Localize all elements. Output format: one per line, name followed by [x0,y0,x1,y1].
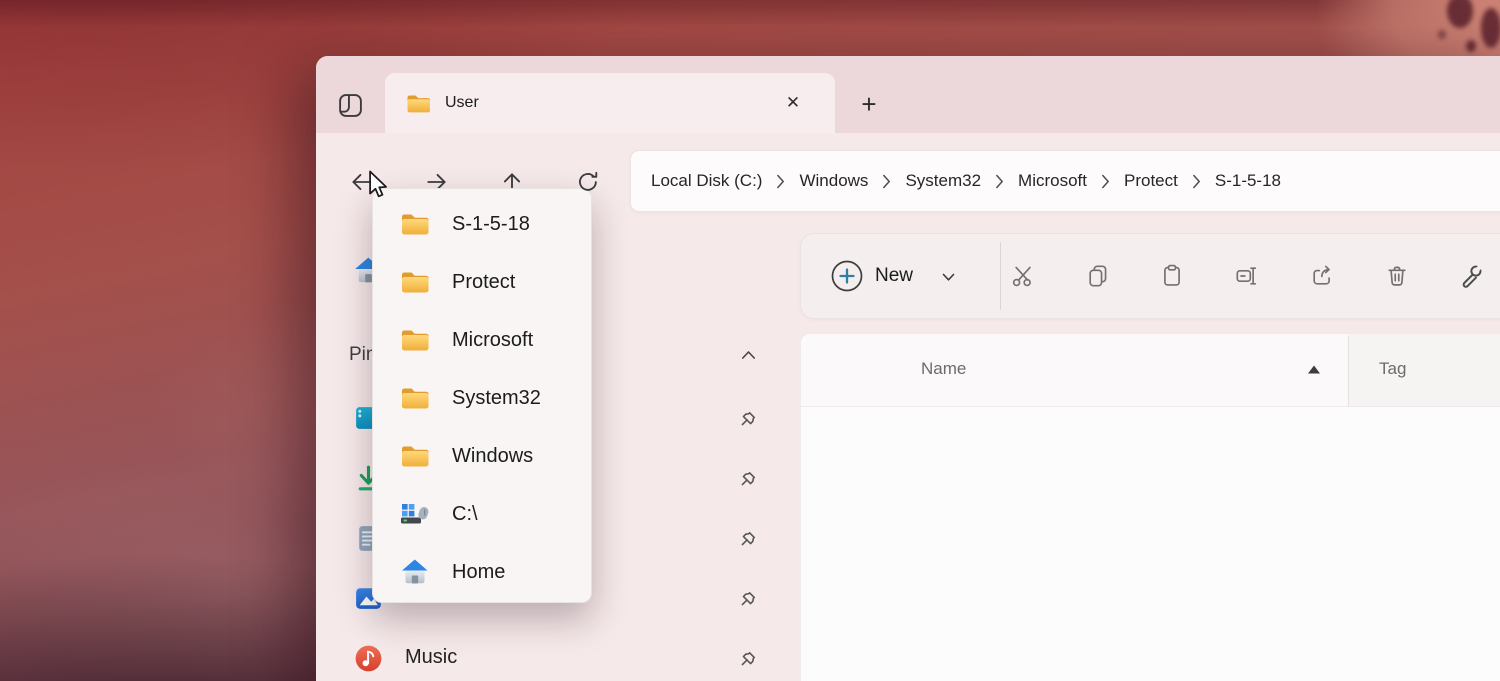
sidebar-item-music[interactable]: Music [405,646,457,669]
home-icon [402,559,428,584]
column-divider[interactable] [1348,336,1349,406]
pin-icon [741,592,756,606]
add-circle-icon [831,260,863,292]
chevron-right-icon [776,174,785,189]
history-item-label: Windows [452,444,534,467]
refresh-icon [579,171,598,191]
this-pc-icon [400,503,431,525]
titlebar[interactable]: User ✕ + [316,56,1500,133]
history-item-label: S-1-5-18 [452,212,530,235]
tools-button[interactable] [1449,254,1493,298]
mouse-cursor [369,170,387,198]
folder-icon [402,214,429,235]
chevron-right-icon [882,174,891,189]
delete-button[interactable] [1375,254,1419,298]
share-button[interactable] [1300,254,1344,298]
breadcrumb-item[interactable]: Microsoft [1018,171,1087,191]
unpin-documents-button[interactable] [735,525,761,551]
chevron-right-icon [1101,174,1110,189]
paste-icon [1164,264,1180,286]
pin-icon [741,412,756,426]
rename-icon [1236,267,1257,285]
close-tab-button[interactable]: ✕ [777,87,809,119]
toggle-sidebar-button[interactable] [329,85,371,125]
unpin-music-button[interactable] [735,645,761,671]
folder-icon [402,330,429,351]
history-menu-item[interactable]: Microsoft [373,311,591,369]
breadcrumb-item[interactable]: S-1-5-18 [1215,171,1281,191]
history-menu-item[interactable]: Home [373,543,591,601]
desktop-wallpaper: User ✕ + Local Disk (C:) Windows System3… [0,0,1500,681]
history-menu-item[interactable]: Protect [373,253,591,311]
copy-button[interactable] [1076,254,1120,298]
chevron-up-icon [741,351,755,359]
history-menu-item[interactable]: C:\ [373,485,591,543]
tab-user[interactable]: User ✕ [385,73,835,133]
folder-icon [402,272,429,293]
paste-button[interactable] [1150,254,1194,298]
unpin-desktop-button[interactable] [735,405,761,431]
chevron-down-icon [942,273,955,281]
breadcrumb-item[interactable]: Local Disk (C:) [651,171,762,191]
history-menu-item[interactable]: Windows [373,427,591,485]
history-dropdown-menu: S-1-5-18 Protect Microsoft System32 Wind… [372,188,592,603]
file-list-empty-area[interactable] [801,407,1500,681]
tag-column-header-bg [1349,334,1500,406]
unpin-pictures-button[interactable] [735,585,761,611]
toolbar: New [800,233,1500,319]
share-icon [1313,265,1330,285]
copy-icon [1089,265,1107,287]
new-tab-button[interactable]: + [851,86,887,122]
history-item-label: Protect [452,270,516,293]
folder-icon [407,94,430,112]
pin-icon [741,652,756,666]
file-list-panel: Name Tag [800,333,1500,681]
wallpaper-spot [1466,40,1476,52]
file-explorer-window: User ✕ + Local Disk (C:) Windows System3… [316,56,1500,681]
panel-toggle-icon [338,93,362,117]
column-header-name[interactable]: Name [921,359,966,379]
pin-icon [741,532,756,546]
delete-icon [1388,266,1406,286]
chevron-right-icon [995,174,1004,189]
history-item-label: Microsoft [452,328,534,351]
history-item-label: System32 [452,386,541,409]
wallpaper-spot [1447,0,1473,28]
sort-ascending-icon[interactable] [1307,364,1321,375]
wrench-icon [1462,262,1485,288]
history-menu-item[interactable]: S-1-5-18 [373,195,591,253]
history-menu-item[interactable]: System32 [373,369,591,427]
pin-icon [741,472,756,486]
chevron-right-icon [1192,174,1201,189]
new-button-label: New [875,265,914,286]
wallpaper-spot [1438,30,1446,39]
music-icon[interactable] [352,642,385,675]
folder-icon [402,446,429,467]
plus-icon: + [861,88,877,119]
breadcrumb-item[interactable]: Protect [1124,171,1178,191]
collapse-pinned-button[interactable] [736,343,760,367]
tab-title: User [445,94,479,111]
history-item-label: C:\ [452,502,478,525]
refresh-button[interactable] [571,165,605,199]
close-icon: ✕ [785,93,801,112]
folder-icon [402,388,429,409]
column-header-row: Name Tag [801,334,1500,407]
cut-icon [1012,266,1031,287]
cut-button[interactable] [1001,254,1045,298]
column-header-tag[interactable]: Tag [1379,359,1406,379]
breadcrumb-item[interactable]: System32 [905,171,981,191]
history-item-label: Home [452,560,506,583]
rename-button[interactable] [1225,254,1269,298]
breadcrumb[interactable]: Local Disk (C:) Windows System32 Microso… [630,150,1500,212]
breadcrumb-item[interactable]: Windows [799,171,868,191]
wallpaper-spot [1481,8,1500,48]
unpin-downloads-button[interactable] [735,465,761,491]
